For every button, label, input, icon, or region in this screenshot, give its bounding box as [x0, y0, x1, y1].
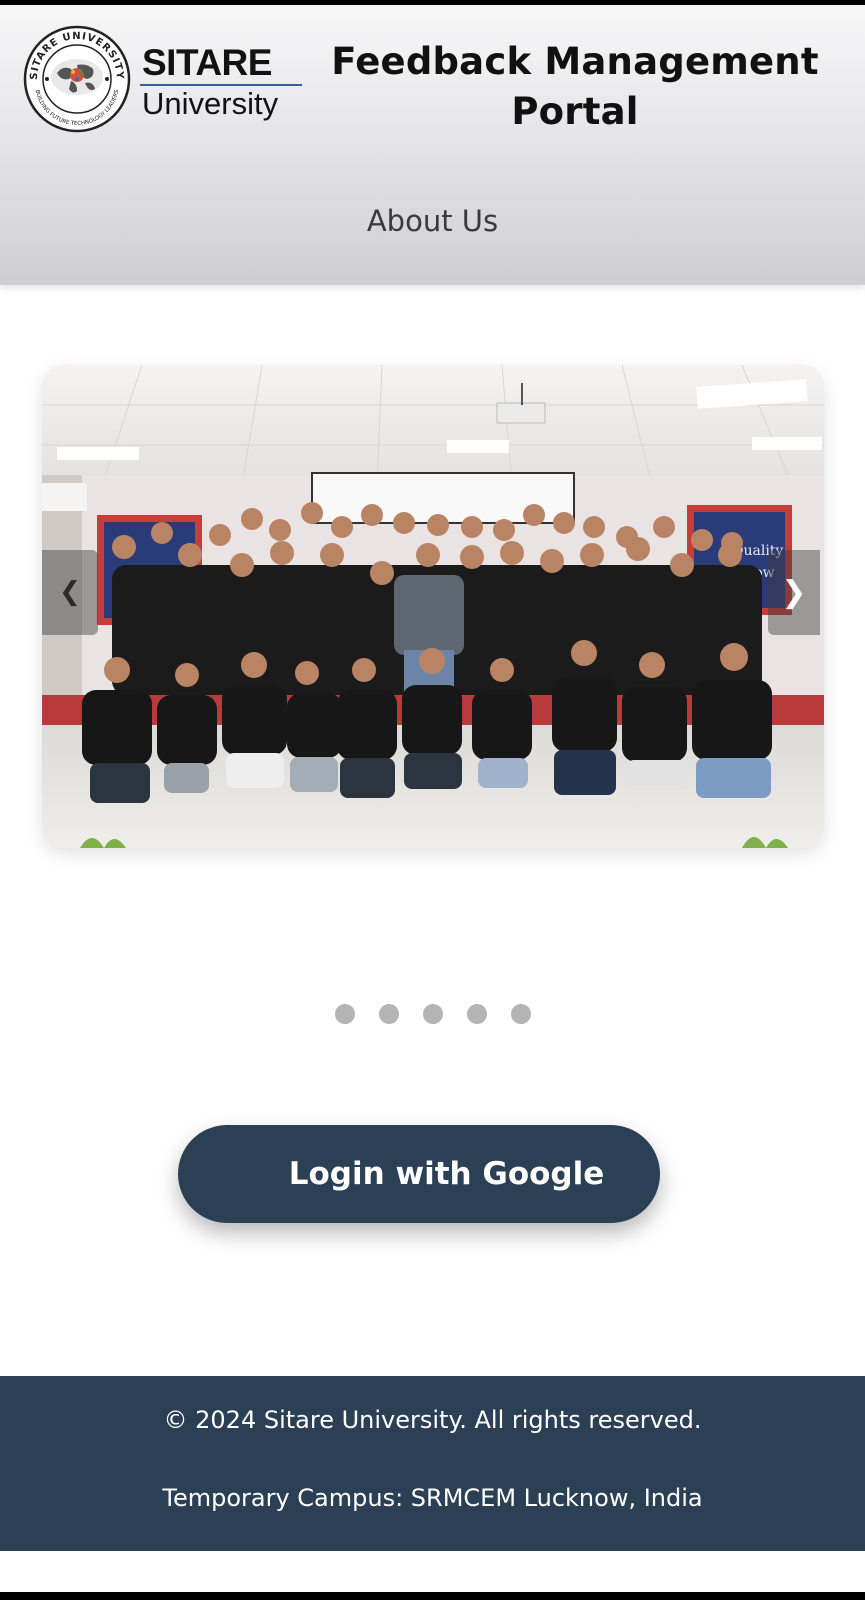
nav-about-us-link[interactable]: About Us [0, 204, 865, 238]
globe-icon [51, 59, 103, 95]
carousel-dot-2[interactable] [379, 1004, 399, 1024]
page-title-line-2: Portal [511, 90, 639, 133]
site-footer: © 2024 Sitare University. All rights res… [0, 1376, 865, 1551]
footer-campus-address: Temporary Campus: SRMCEM Lucknow, India [162, 1484, 703, 1512]
site-header: SITARE UNIVERSITY BUILDING FUTURE TECHNO… [0, 5, 865, 285]
navigation-bar [0, 1592, 865, 1600]
image-carousel[interactable]: Quality Now [42, 365, 824, 848]
carousel-dot-4[interactable] [467, 1004, 487, 1024]
page-title-line-1: Feedback Management [331, 40, 819, 83]
footer-copyright: © 2024 Sitare University. All rights res… [163, 1406, 702, 1434]
university-brand[interactable]: SITARE University [140, 42, 307, 123]
brand-name: SITARE [142, 42, 272, 83]
carousel-slide-image: Quality Now [42, 365, 824, 848]
carousel-dot-3[interactable] [423, 1004, 443, 1024]
page-title: Feedback Management Portal [300, 37, 850, 137]
page: SITARE UNIVERSITY BUILDING FUTURE TECHNO… [0, 0, 865, 1600]
carousel-next-button[interactable]: ❯ [768, 550, 820, 635]
carousel-dot-5[interactable] [511, 1004, 531, 1024]
brand-subtitle: University [142, 86, 279, 121]
carousel-indicators [335, 1004, 535, 1026]
carousel-prev-button[interactable]: ❮ [42, 550, 98, 635]
carousel-dot-1[interactable] [335, 1004, 355, 1024]
university-seal-logo[interactable]: SITARE UNIVERSITY BUILDING FUTURE TECHNO… [23, 25, 131, 133]
login-with-google-button[interactable]: Login with Google [178, 1125, 660, 1223]
